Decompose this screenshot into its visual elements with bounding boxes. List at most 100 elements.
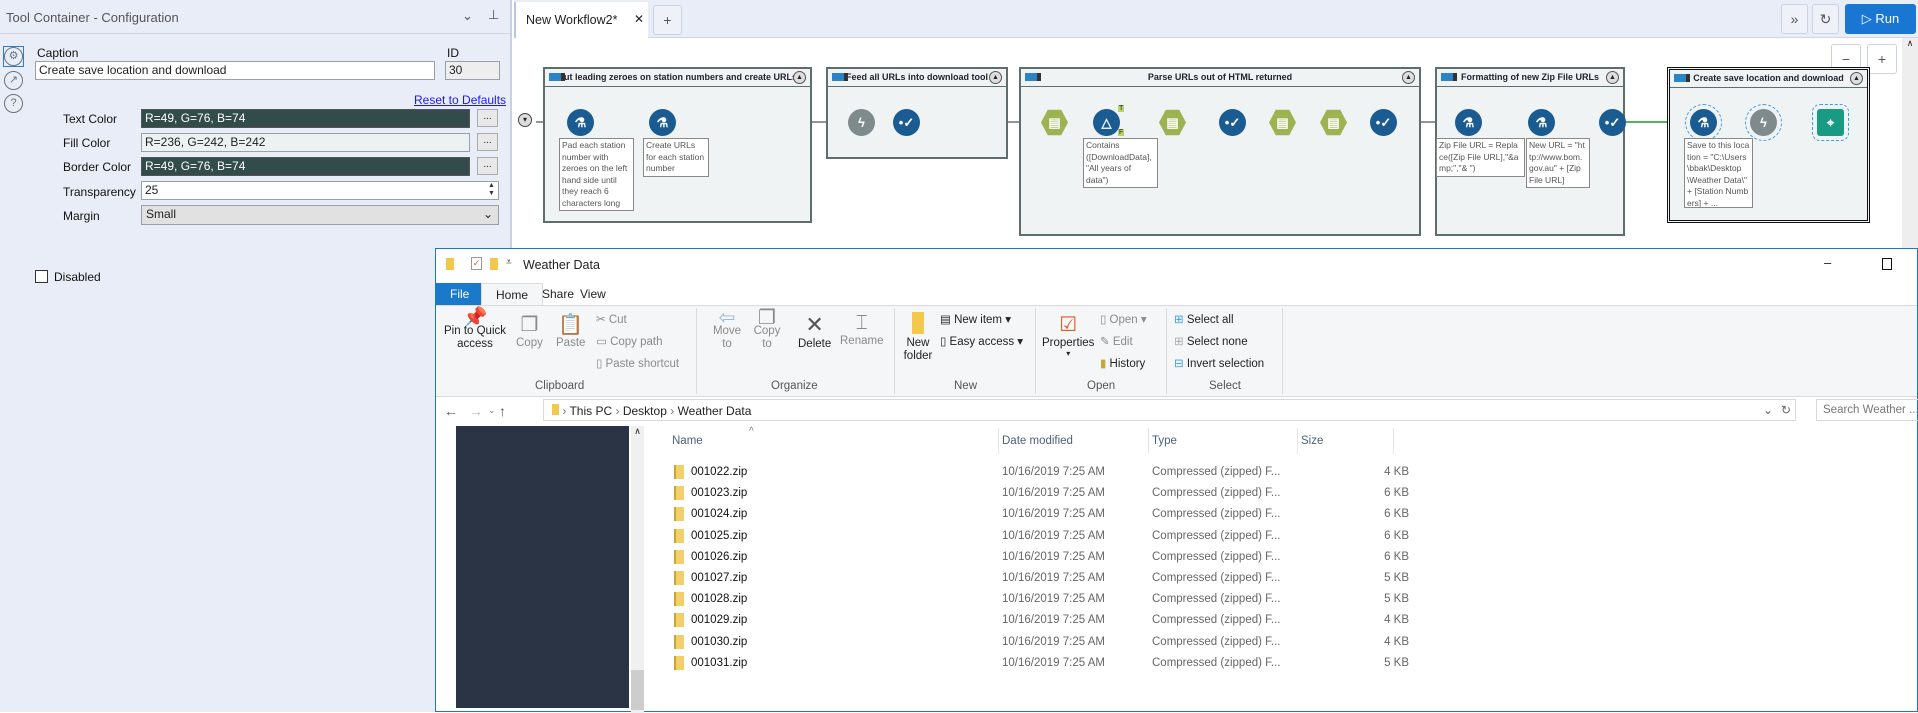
history-icon[interactable]: ↻ [1812, 4, 1839, 34]
column-header-size[interactable]: Size [1301, 435, 1323, 447]
settings-tab[interactable]: ⚙ [3, 46, 24, 67]
customize-toolbar-icon[interactable]: ⩡ [506, 257, 512, 268]
back-button[interactable]: ← [444, 403, 458, 419]
search-input[interactable]: Search Weather ... [1816, 399, 1918, 421]
file-row[interactable]: 001024.zip 10/16/2019 7:25 AM Compressed (… [659, 504, 1419, 525]
column-header-name[interactable]: Name [672, 435, 703, 447]
select-tool-icon[interactable]: •✓ [893, 109, 920, 136]
formula-tool-icon[interactable]: ⚗ [1528, 109, 1555, 136]
tool-container-3[interactable]: Parse URLs out of HTML returned ▲ [1019, 67, 1421, 236]
paste-shortcut-button[interactable]: ▯ Paste shortcut [596, 356, 679, 370]
collapse-button[interactable]: ▲ [1402, 71, 1415, 84]
new-item-button[interactable]: ▤ New item ▾ [940, 312, 1011, 326]
properties-quick-icon[interactable]: ✓ [471, 257, 482, 270]
copy-path-button[interactable]: ▭ Copy path [596, 334, 663, 348]
breadcrumb-desktop[interactable]: Desktop [623, 404, 667, 418]
formula-tool-icon[interactable]: ⚗ [1685, 104, 1722, 141]
tab-new-workflow2[interactable]: New Workflow2* ✕ [514, 2, 648, 38]
breadcrumb-weather-data[interactable]: Weather Data [678, 404, 752, 418]
file-row[interactable]: 001026.zip 10/16/2019 7:25 AM Compressed (… [659, 547, 1419, 568]
transparency-spinner[interactable]: ▲ ▼ [485, 182, 498, 199]
file-row[interactable]: 001030.zip 10/16/2019 7:25 AM Compressed (… [659, 632, 1419, 653]
fill-color-picker-button[interactable]: ... [477, 133, 498, 151]
select-all-button[interactable]: ⊞ Select all [1174, 312, 1234, 326]
ribbon-tab-file[interactable]: File [436, 283, 481, 305]
canvas-scrollbar[interactable]: ∧ [1902, 38, 1918, 248]
file-row[interactable]: 001027.zip 10/16/2019 7:25 AM Compressed (… [659, 568, 1419, 589]
minimize-button[interactable]: – [1824, 255, 1831, 270]
reset-to-defaults-link[interactable]: Reset to Defaults [414, 93, 506, 107]
select-tool-icon[interactable]: •✓ [1599, 109, 1626, 136]
easy-access-button[interactable]: ▯ Easy access ▾ [940, 334, 1023, 348]
file-row[interactable]: 001031.zip 10/16/2019 7:25 AM Compressed (… [659, 653, 1419, 674]
download-tool-icon[interactable]: ϟ [848, 109, 875, 136]
download-tool-icon[interactable]: ϟ [1745, 104, 1782, 141]
caption-input[interactable]: Create save location and download [35, 61, 435, 80]
refresh-icon[interactable]: ↻ [1781, 403, 1791, 417]
margin-select[interactable]: Small ⌄ [141, 205, 499, 225]
filter-tool-icon[interactable]: △ [1093, 109, 1120, 136]
maximize-button[interactable] [1882, 258, 1892, 270]
address-bar[interactable]: › This PC › Desktop › Weather Data ⌄ ↻ [543, 399, 1796, 421]
cut-button[interactable]: ✂ Cut [596, 312, 627, 326]
formula-tool-icon[interactable]: ⚗ [1455, 109, 1482, 136]
file-row[interactable]: 001028.zip 10/16/2019 7:25 AM Compressed (… [659, 589, 1419, 610]
rename-button[interactable]: ⌶ Rename [840, 312, 883, 347]
expand-button[interactable]: » [1781, 4, 1808, 34]
filter-true-anchor[interactable]: T [1118, 105, 1125, 112]
column-header-type[interactable]: Type [1152, 435, 1177, 447]
new-folder-button[interactable]: New folder [902, 312, 934, 363]
invert-selection-button[interactable]: ⊟ Invert selection [1174, 356, 1264, 370]
text-color-field[interactable]: R=49, G=76, B=74 [141, 109, 470, 128]
copy-button[interactable]: ❐ Copy [516, 312, 543, 349]
run-button[interactable]: ▷ Run [1845, 4, 1916, 34]
new-tab-button[interactable]: + [653, 5, 682, 35]
collapse-button[interactable]: ▲ [1606, 71, 1619, 84]
collapse-button[interactable]: ▲ [793, 71, 806, 84]
pin-icon[interactable]: ⊥ [488, 7, 499, 23]
filter-false-anchor[interactable]: F [1118, 129, 1125, 136]
button-label: Select all [1186, 314, 1234, 326]
select-none-button[interactable]: ⊞ Select none [1174, 334, 1248, 348]
transparency-input[interactable]: 25 [141, 181, 499, 200]
browse-tool-binoculars-icon[interactable]: ⌖ [1812, 104, 1849, 141]
fill-color-field[interactable]: R=236, G=242, B=242 [141, 133, 470, 152]
history-button[interactable]: ▮ History [1100, 356, 1145, 370]
text-color-picker-button[interactable]: ... [477, 109, 498, 127]
file-row[interactable]: 001022.zip 10/16/2019 7:25 AM Compressed (… [659, 462, 1419, 483]
file-row[interactable]: 001023.zip 10/16/2019 7:25 AM Compressed (… [659, 483, 1419, 504]
ribbon-tab-view[interactable]: View [566, 283, 620, 305]
pin-to-quick-access-button[interactable]: 📌 Pin to Quick access [444, 308, 506, 351]
border-color-picker-button[interactable]: ... [477, 157, 498, 175]
border-color-field[interactable]: R=49, G=76, B=74 [141, 157, 470, 176]
properties-button[interactable]: ☑ Properties ▾ [1042, 312, 1094, 358]
input-anchor[interactable]: ▾ [518, 113, 532, 127]
collapse-button[interactable]: ▲ [989, 71, 1002, 84]
connections-icon[interactable]: ↗ [4, 71, 23, 90]
collapse-button[interactable]: ▲ [1850, 72, 1863, 85]
open-button[interactable]: ▯ Open ▾ [1100, 312, 1147, 326]
breadcrumb-this-pc[interactable]: This PC [569, 404, 612, 418]
delete-button[interactable]: ✕ Delete [798, 312, 831, 350]
move-to-button[interactable]: ⇦ Move to [708, 308, 746, 351]
select-tool-icon[interactable]: •✓ [1219, 109, 1246, 136]
chevron-down-icon[interactable]: ⌄ [462, 8, 473, 24]
disabled-checkbox[interactable] [35, 270, 48, 283]
copy-to-button[interactable]: ❐ Copy to [750, 308, 784, 351]
forward-button[interactable]: → [469, 403, 483, 419]
file-row[interactable]: 001029.zip 10/16/2019 7:25 AM Compressed (… [659, 610, 1419, 631]
paste-button[interactable]: 📋 Paste [556, 312, 585, 349]
edit-button[interactable]: ✎ Edit [1100, 334, 1133, 348]
select-tool-icon[interactable]: •✓ [1370, 109, 1397, 136]
new-folder-quick-icon[interactable] [490, 258, 498, 270]
address-dropdown-icon[interactable]: ⌄ [1763, 403, 1773, 417]
file-row[interactable]: 001025.zip 10/16/2019 7:25 AM Compressed (… [659, 526, 1419, 547]
column-header-date-modified[interactable]: Date modified [1002, 435, 1073, 447]
help-icon[interactable]: ? [4, 94, 23, 113]
formula-tool-icon[interactable]: ⚗ [567, 109, 594, 136]
formula-tool-icon[interactable]: ⚗ [649, 109, 676, 136]
up-button[interactable]: ↑ [499, 403, 506, 419]
nav-pane-scrollbar[interactable]: ∧ [631, 426, 644, 713]
close-icon[interactable]: ✕ [634, 12, 644, 26]
recent-locations-dropdown[interactable]: ⌄ [488, 405, 496, 416]
